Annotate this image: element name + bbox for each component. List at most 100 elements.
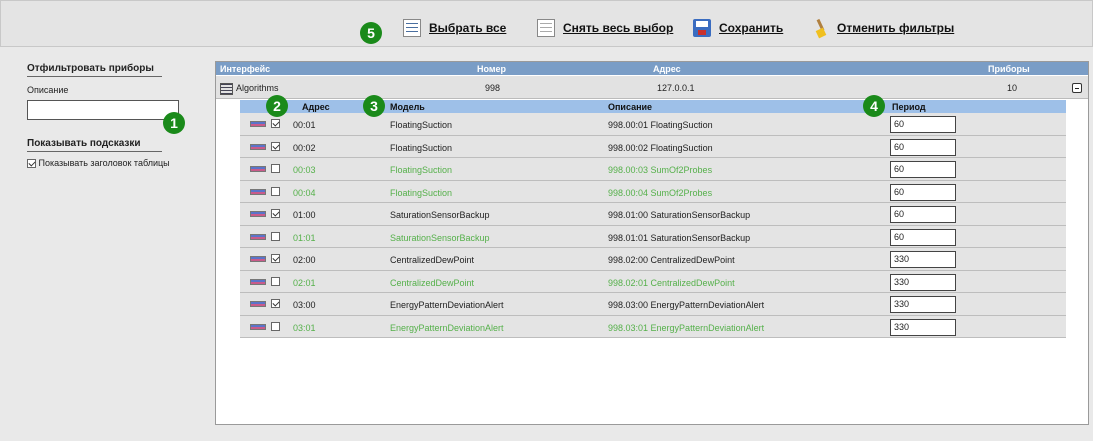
row-address: 03:00 [293, 300, 316, 310]
row-address: 02:01 [293, 277, 316, 288]
row-description: 998.03:01 EnergyPatternDeviationAlert [608, 322, 765, 333]
table-row[interactable]: 02:01 CentralizedDewPoint 998.02:01 Centra… [240, 270, 1066, 293]
description-filter-input[interactable] [27, 100, 179, 120]
row-checkbox[interactable] [271, 321, 280, 331]
select-all-label: Выбрать все [429, 21, 507, 35]
interface-devices-count: 10 [1007, 83, 1018, 93]
row-description: 998.00:02 FloatingSuction [608, 142, 713, 153]
period-input[interactable]: 330 [890, 273, 956, 291]
flag-icon [250, 188, 266, 195]
period-input[interactable]: 60 [890, 161, 956, 178]
row-address: 03:01 [293, 322, 316, 333]
devices-panel: Интерфейс Номер Адрес Приборы Algorithms… [215, 61, 1089, 425]
row-address: 00:01 [293, 120, 316, 130]
period-input[interactable]: 60 [890, 206, 956, 223]
row-checkbox[interactable] [271, 119, 280, 128]
table-row[interactable]: 02:00 CentralizedDewPoint 998.02:00 Centra… [240, 248, 1066, 271]
row-address: 00:03 [293, 165, 316, 175]
col-period: Период [892, 102, 926, 112]
deselect-all-label: Снять весь выбор [563, 21, 674, 35]
table-row[interactable]: 00:02 FloatingSuction 998.00:02 FloatingSu… [240, 135, 1066, 158]
row-address: 01:01 [293, 232, 316, 243]
row-address: 01:00 [293, 210, 316, 220]
flag-icon [250, 256, 266, 262]
flag-icon [250, 278, 266, 285]
table-row[interactable]: 03:00 EnergyPatternDeviationAlert 998.03:0… [240, 293, 1066, 316]
period-input[interactable]: 60 [890, 138, 956, 156]
period-input[interactable]: 60 [890, 116, 956, 133]
interface-address: 127.0.0.1 [657, 83, 695, 93]
row-model: CentralizedDewPoint [390, 255, 475, 265]
collapse-icon[interactable] [1072, 83, 1082, 93]
table-row[interactable]: 01:00 SaturationSensorBackup 998.01:00 Sat… [240, 203, 1066, 226]
show-header-option[interactable]: Показывать заголовок таблицы [27, 158, 170, 169]
table-row[interactable]: 00:03 FloatingSuction 998.00:03 SumOf2Prob… [240, 158, 1066, 181]
table-icon [220, 83, 233, 95]
row-address: 00:02 [293, 142, 316, 153]
table-row[interactable]: 03:01 EnergyPatternDeviationAlert 998.03:0… [240, 315, 1066, 338]
row-description: 998.00:04 SumOf2Probes [608, 187, 713, 198]
flag-icon [250, 166, 266, 172]
filter-title: Отфильтровать приборы [27, 63, 162, 77]
toolbar: 5 Выбрать все Снять весь выбор Сохранить… [0, 0, 1093, 47]
row-checkbox[interactable] [271, 209, 280, 218]
row-checkbox[interactable] [271, 299, 280, 308]
row-description: 998.01:00 SaturationSensorBackup [608, 210, 751, 220]
interface-number: 998 [485, 83, 501, 93]
row-checkbox[interactable] [271, 254, 280, 263]
row-checkbox[interactable] [271, 186, 280, 196]
col-description: Описание [608, 102, 653, 112]
list-icon [403, 19, 421, 37]
period-input[interactable]: 60 [890, 228, 956, 246]
deselect-all-button[interactable]: Снять весь выбор [537, 19, 673, 37]
sidebar: Отфильтровать приборы Описание 1 Показыв… [0, 47, 210, 441]
save-label: Сохранить [719, 21, 784, 35]
period-input[interactable]: 330 [890, 251, 956, 268]
row-description: 998.03:00 EnergyPatternDeviationAlert [608, 300, 765, 310]
flag-icon [250, 143, 266, 150]
cancel-filters-button[interactable]: Отменить фильтры [811, 19, 954, 37]
row-model: SaturationSensorBackup [390, 210, 490, 220]
devices-table: Адрес Модель Описание Период 00:01 Floati… [240, 95, 1066, 338]
flag-icon [250, 233, 266, 240]
table-row[interactable]: 00:01 FloatingSuction 998.00:01 FloatingSu… [240, 113, 1066, 136]
row-model: FloatingSuction [390, 120, 453, 130]
flag-icon [250, 301, 266, 307]
floppy-disk-icon [693, 19, 711, 37]
row-address: 00:04 [293, 187, 316, 198]
row-checkbox[interactable] [271, 276, 280, 286]
interface-table-header: Интерфейс Номер Адрес Приборы [216, 62, 1088, 75]
row-model: EnergyPatternDeviationAlert [390, 322, 504, 333]
devices-table-body: 00:01 FloatingSuction 998.00:01 FloatingSu… [240, 113, 1066, 338]
row-model: EnergyPatternDeviationAlert [390, 300, 504, 310]
row-checkbox[interactable] [271, 231, 280, 241]
callout-badge-3: 3 [363, 95, 385, 117]
hints-title: Показывать подсказки [27, 138, 162, 152]
save-button[interactable]: Сохранить [693, 19, 783, 37]
description-label: Описание [27, 85, 69, 95]
period-input[interactable]: 330 [890, 318, 956, 336]
row-model: FloatingSuction [390, 165, 453, 175]
row-checkbox[interactable] [271, 164, 280, 173]
cancel-filters-label: Отменить фильтры [837, 21, 955, 35]
show-header-label: Показывать заголовок таблицы [38, 158, 170, 168]
row-description: 998.00:03 SumOf2Probes [608, 165, 713, 175]
col-model: Модель [390, 102, 425, 112]
row-model: FloatingSuction [390, 187, 453, 198]
table-row[interactable]: 00:04 FloatingSuction 998.00:04 SumOf2Prob… [240, 180, 1066, 203]
header-address: Адрес [653, 64, 681, 74]
header-devices: Приборы [988, 64, 1030, 74]
show-header-checkbox[interactable] [27, 159, 36, 169]
interface-row[interactable]: Algorithms 998 127.0.0.1 10 [216, 76, 1088, 99]
table-row[interactable]: 01:01 SaturationSensorBackup 998.01:01 Sat… [240, 225, 1066, 248]
flag-icon [250, 323, 266, 330]
flag-icon [250, 211, 266, 217]
callout-badge-5: 5 [360, 22, 382, 44]
header-number: Номер [477, 64, 507, 74]
row-checkbox[interactable] [271, 141, 280, 151]
row-model: FloatingSuction [390, 142, 453, 153]
period-input[interactable]: 60 [890, 183, 956, 201]
select-all-button[interactable]: Выбрать все [403, 19, 506, 37]
broom-icon [811, 19, 829, 37]
period-input[interactable]: 330 [890, 296, 956, 313]
